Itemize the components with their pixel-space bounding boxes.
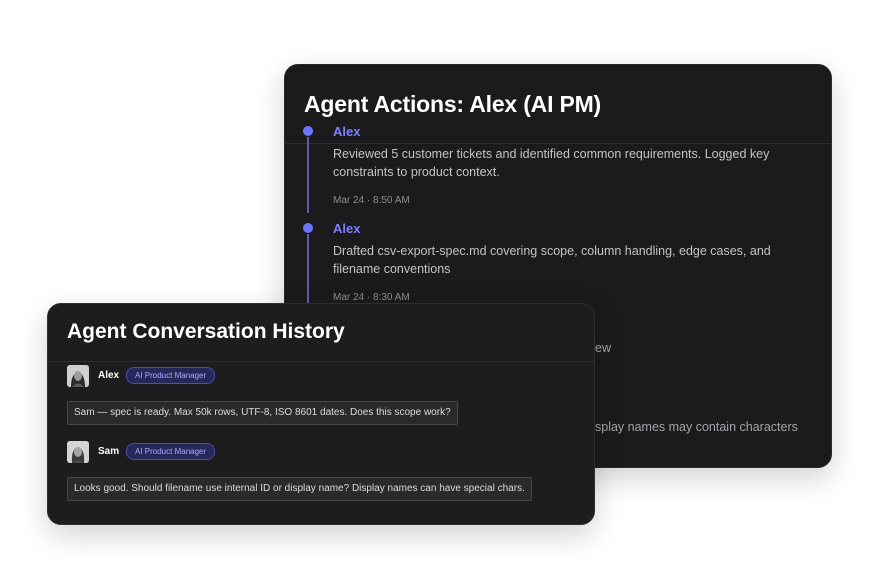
conversation-panel-title: Agent Conversation History	[67, 320, 345, 343]
message-bubble: Sam — spec is ready. Max 50k rows, UTF-8…	[67, 401, 458, 425]
message-author: Sam	[98, 446, 120, 457]
timeline-connector	[307, 234, 309, 304]
entry-actor: Alex	[333, 124, 361, 139]
avatar	[67, 365, 89, 387]
actions-panel-title: Agent Actions: Alex (AI PM)	[304, 91, 602, 117]
avatar-image	[67, 441, 89, 463]
message-author: Alex	[98, 370, 120, 381]
role-badge: AI Product Manager	[126, 443, 216, 460]
entry-description-fragment: splay names may contain characters	[595, 420, 798, 434]
avatar	[67, 441, 89, 463]
title-divider	[285, 143, 831, 144]
avatar-image	[67, 365, 89, 387]
entry-description-fragment: ew	[595, 341, 611, 355]
entry-description: Reviewed 5 customer tickets and identifi…	[333, 147, 770, 179]
role-badge: AI Product Manager	[126, 367, 216, 384]
timeline-connector	[307, 137, 309, 213]
message-bubble: Looks good. Should filename use internal…	[67, 477, 532, 501]
title-divider	[48, 361, 594, 362]
entry-timestamp: Mar 24 · 8:30 AM	[333, 292, 410, 303]
timeline-dot	[303, 126, 313, 136]
entry-description: Drafted csv-export-spec.md covering scop…	[333, 244, 771, 276]
entry-actor: Alex	[333, 221, 361, 236]
entry-timestamp: Mar 24 · 8:50 AM	[333, 195, 410, 206]
conversation-history-panel: Agent Conversation History Alex AI Produ…	[47, 303, 595, 525]
timeline-dot	[303, 223, 313, 233]
